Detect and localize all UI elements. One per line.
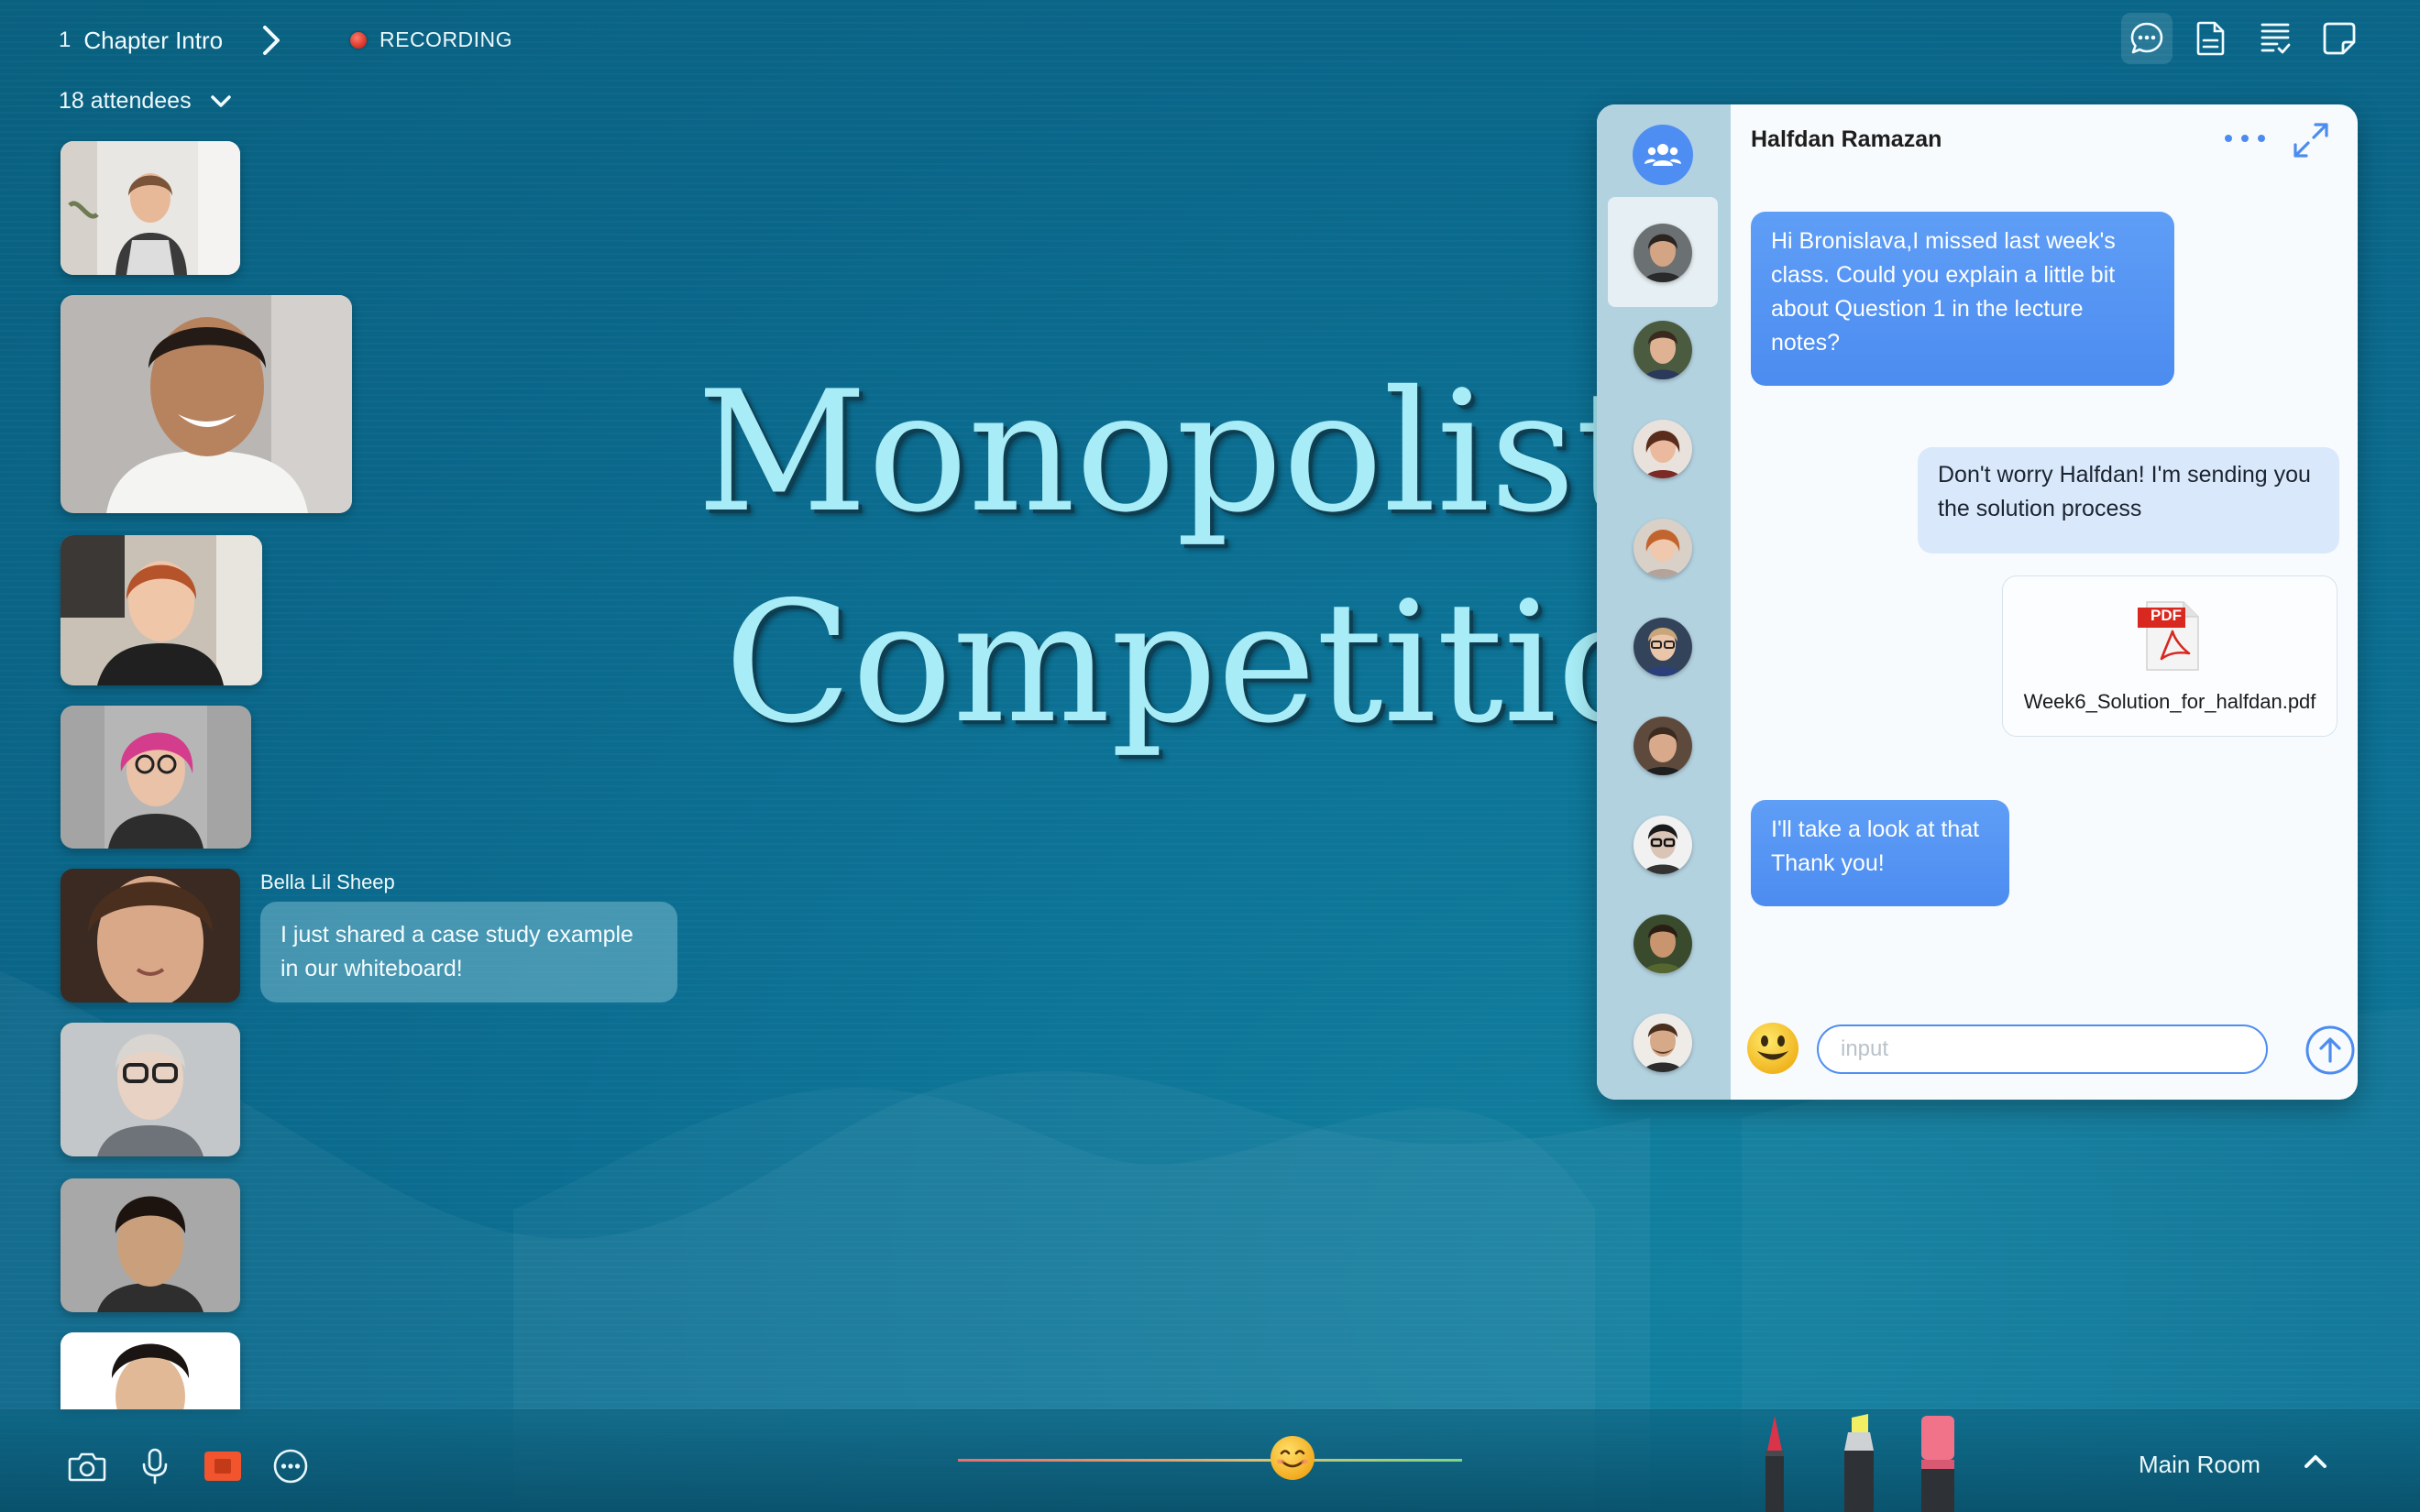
microphone-icon[interactable] (134, 1445, 176, 1487)
attendee-chat-name: Bella Lil Sheep (260, 871, 395, 893)
contact-avatar[interactable] (1634, 420, 1692, 478)
attendee-video-tile-avatar[interactable] (60, 706, 251, 849)
chapter-title: Chapter Intro (83, 26, 224, 54)
camera-icon[interactable] (66, 1445, 108, 1487)
attendee-photo (60, 1332, 240, 1409)
attendee-video-tile[interactable] (60, 1332, 240, 1409)
chat-contact-sidebar (1597, 104, 1731, 1100)
recording-indicator: RECORDING (350, 27, 512, 52)
attendee-video-tile[interactable] (60, 869, 240, 1003)
attendee-photo (60, 1023, 240, 1156)
attachment-file-name: Week6_Solution_for_halfdan.pdf (2023, 690, 2316, 713)
incoming-message: Hi Bronislava,I missed last week's class… (1751, 212, 2174, 386)
red-pen-icon[interactable] (1749, 1410, 1800, 1512)
attendees-count: 18 attendees (59, 88, 192, 114)
chevron-right-icon[interactable] (259, 24, 283, 57)
contact-avatar[interactable] (1634, 816, 1692, 874)
pdf-attachment[interactable]: PDF Week6_Solution_for_halfdan.pdf (2002, 575, 2338, 737)
emoji-icon[interactable] (1745, 1021, 1800, 1076)
attendee-video-tile-avatar[interactable] (60, 1023, 240, 1156)
chat-contact-name: Halfdan Ramazan (1751, 126, 1942, 152)
outgoing-message: Don't worry Halfdan! I'm sending you the… (1918, 447, 2339, 553)
attendees-toggle[interactable]: 18 attendees (59, 88, 232, 115)
chapter-number: 1 (59, 27, 72, 52)
smile-emoji-icon[interactable] (1269, 1434, 1316, 1482)
expand-icon[interactable] (2292, 121, 2330, 159)
contact-avatar[interactable] (1634, 321, 1692, 379)
top-toolbar (2121, 13, 2365, 64)
screen-share-icon[interactable] (202, 1445, 244, 1487)
contact-avatar[interactable] (1634, 224, 1692, 282)
chapter-breadcrumb[interactable]: 1 Chapter Intro (59, 22, 283, 59)
recording-dot-icon (350, 31, 367, 49)
bottom-control-bar: Main Room (0, 1409, 2420, 1512)
attendee-video-tile[interactable] (60, 141, 240, 275)
video-stage: 1 Chapter Intro RECORDING 18 attendees B… (0, 0, 2420, 1512)
pink-marker-icon[interactable] (1914, 1410, 1965, 1512)
attendee-video-tile[interactable] (60, 535, 262, 685)
contact-avatar[interactable] (1634, 1013, 1692, 1072)
note-icon[interactable] (2314, 13, 2365, 64)
attendee-photo (60, 1178, 240, 1312)
send-icon[interactable] (2304, 1024, 2356, 1076)
attendee-video-tile[interactable] (60, 1178, 240, 1312)
attendee-photo (60, 295, 352, 513)
incoming-message: I'll take a look at that Thank you! (1751, 800, 2009, 906)
attendee-photo (60, 706, 251, 849)
contact-avatar[interactable] (1634, 618, 1692, 676)
pdf-badge-label: PDF (2150, 607, 2182, 624)
contact-avatar[interactable] (1634, 915, 1692, 973)
group-chat-icon[interactable] (1633, 125, 1693, 185)
yellow-highlighter-icon[interactable] (1833, 1410, 1885, 1512)
recording-label: RECORDING (380, 27, 513, 51)
attendee-photo (60, 141, 240, 275)
attendee-photo (60, 869, 240, 1003)
attendee-chat-bubble: I just shared a case study example in ou… (260, 902, 677, 1003)
reaction-slider-track[interactable] (958, 1459, 1462, 1462)
contact-avatar[interactable] (1634, 717, 1692, 775)
document-icon[interactable] (2185, 13, 2237, 64)
chevron-down-icon (210, 94, 231, 107)
chat-icon[interactable] (2121, 13, 2172, 64)
contact-avatar[interactable] (1634, 519, 1692, 577)
chat-message-input[interactable] (1817, 1024, 2268, 1074)
checklist-icon[interactable] (2250, 13, 2301, 64)
more-options-icon[interactable] (2222, 132, 2268, 145)
attendee-photo (60, 535, 262, 685)
chevron-up-icon[interactable] (2303, 1451, 2328, 1471)
chat-panel: Halfdan Ramazan Hi Bronislava,I missed l… (1597, 104, 2358, 1100)
attendee-video-tile-speaking[interactable] (60, 295, 352, 513)
room-label[interactable]: Main Room (2139, 1451, 2260, 1479)
more-icon[interactable] (270, 1445, 312, 1487)
